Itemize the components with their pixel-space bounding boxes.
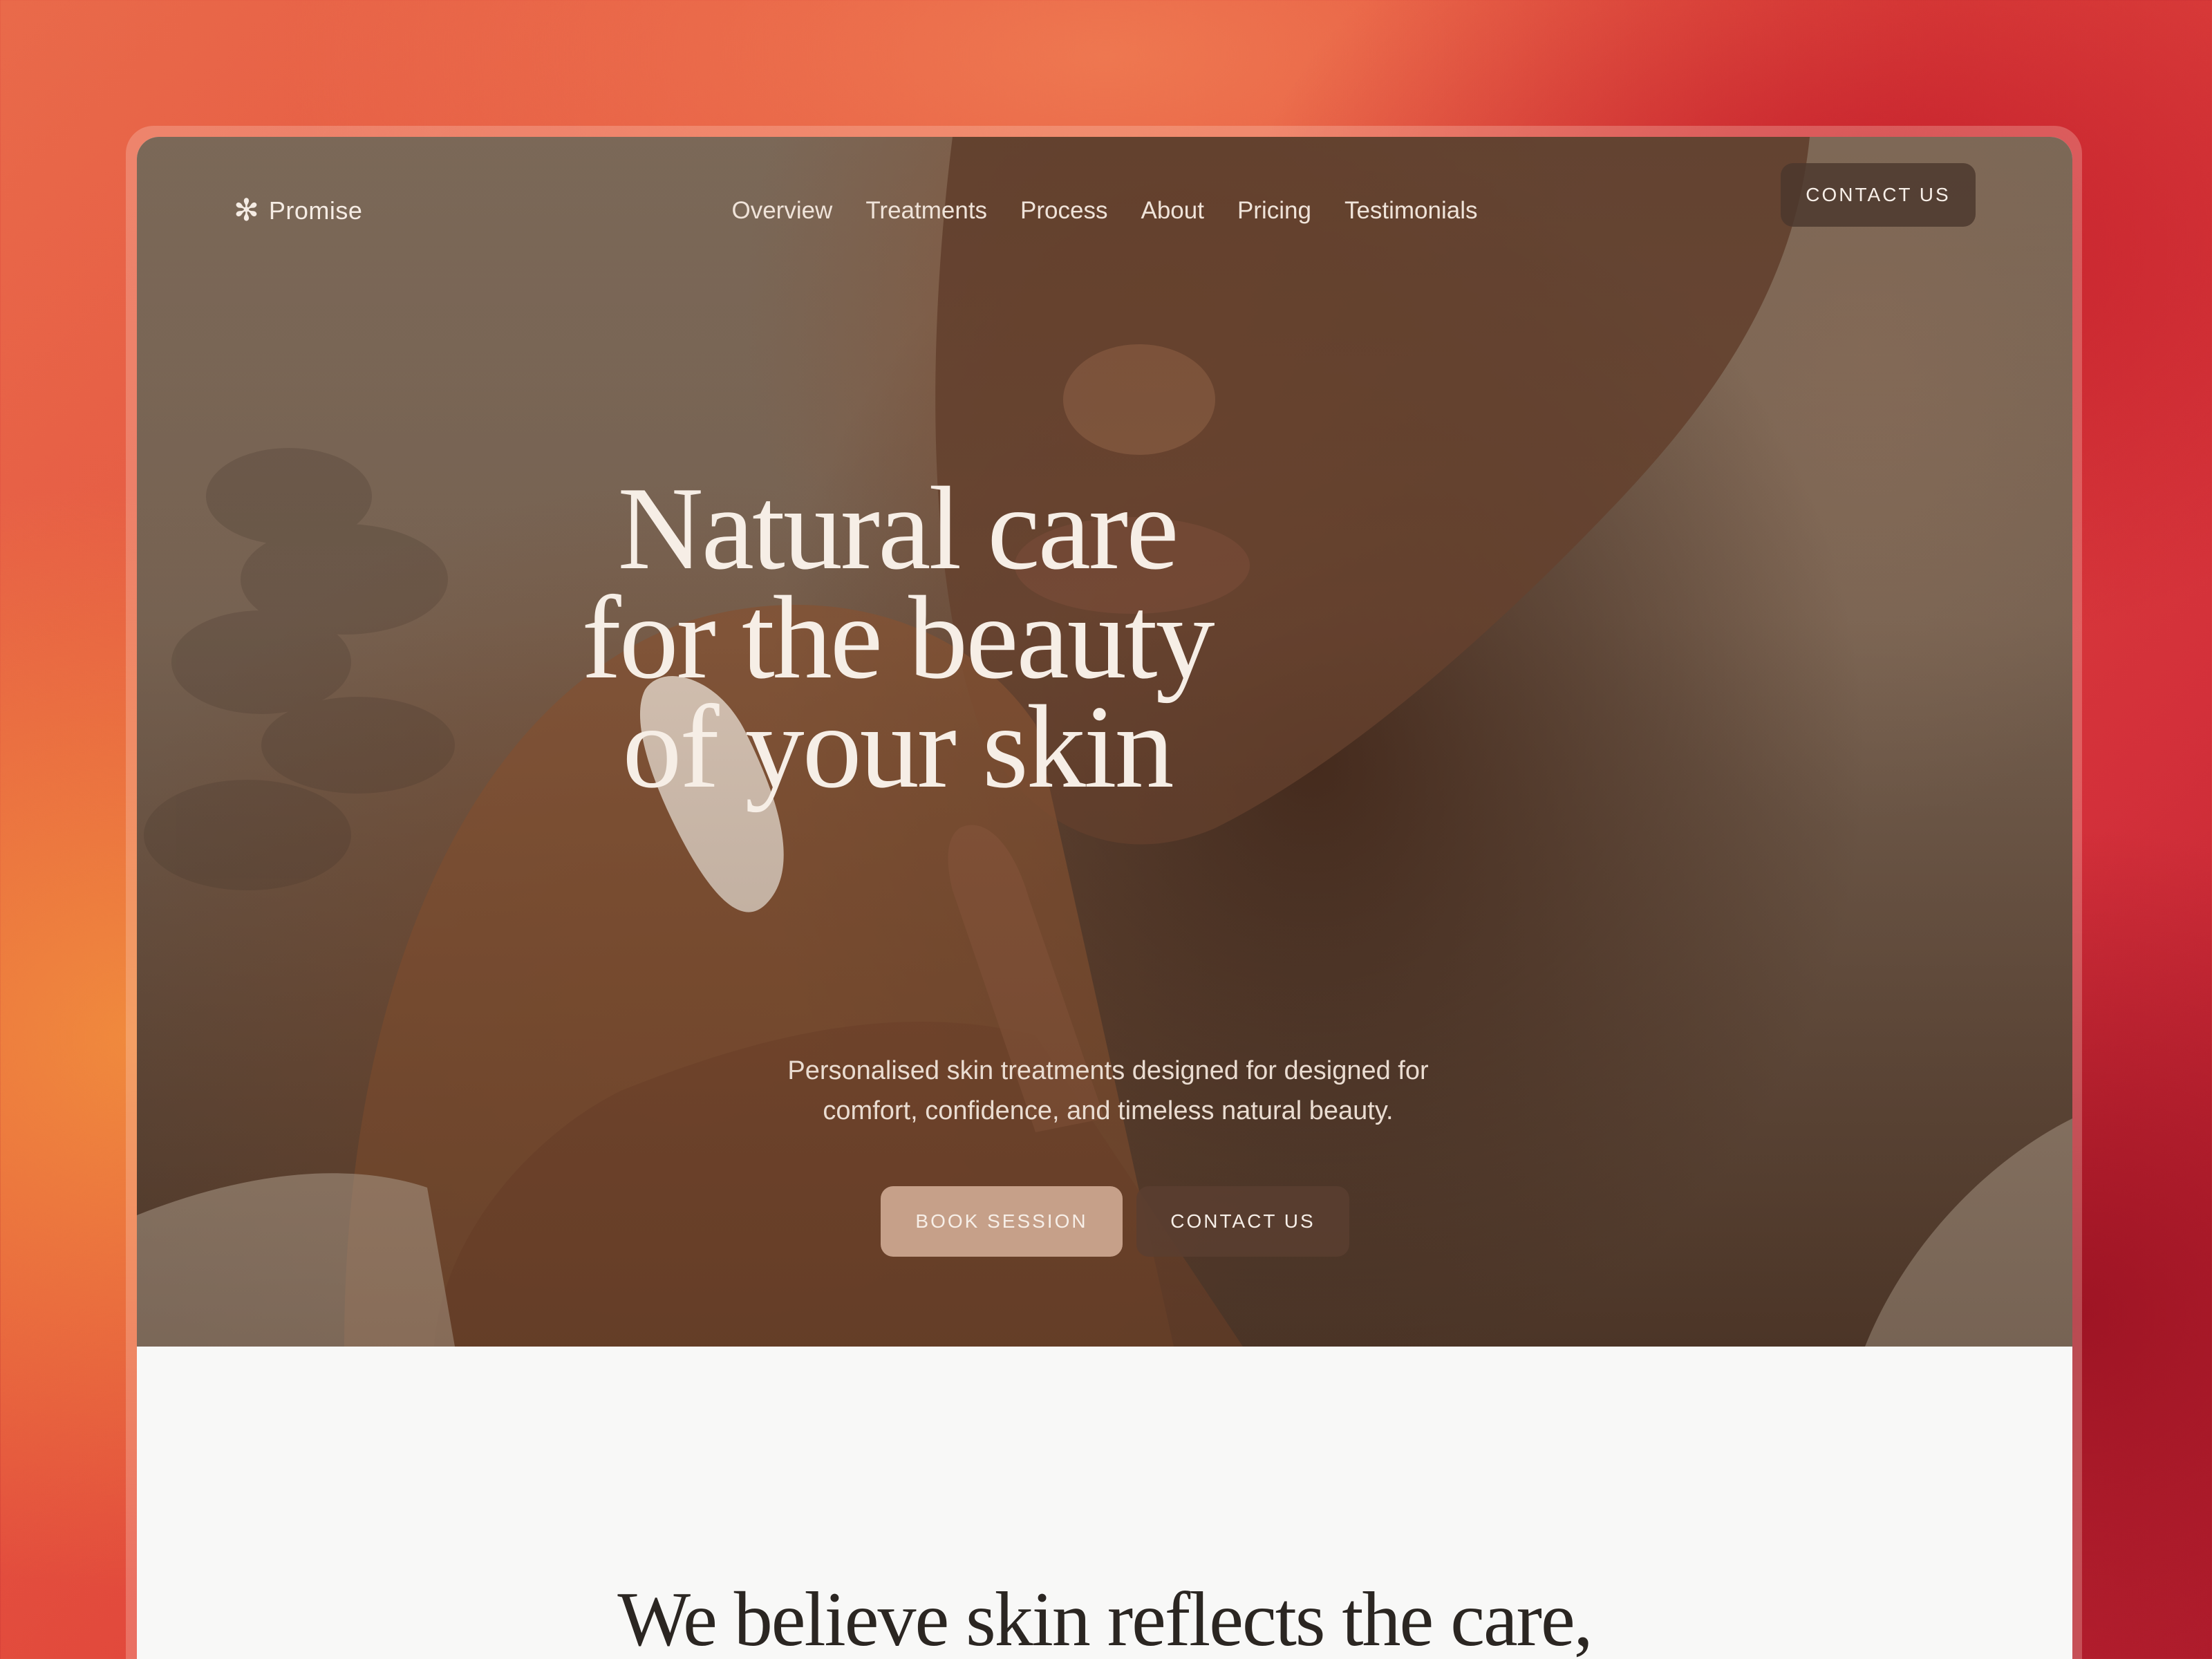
top-navigation: ✻ Promise Overview Treatments Process Ab… xyxy=(137,137,2072,254)
headline-line-3: of your skin xyxy=(622,682,1174,813)
headline-line-2: for the beauty xyxy=(581,572,1215,704)
website-card: ✻ Promise Overview Treatments Process Ab… xyxy=(137,137,2072,1659)
subtext-line-2: comfort, confidence, and timeless natura… xyxy=(823,1096,1394,1125)
hero-actions: BOOK SESSION CONTACT US xyxy=(137,1186,2072,1257)
headline-line-1: Natural care xyxy=(617,463,1179,594)
nav-link-pricing[interactable]: Pricing xyxy=(1237,195,1311,227)
nav-link-treatments[interactable]: Treatments xyxy=(865,195,987,227)
hero-contact-button[interactable]: CONTACT US xyxy=(1136,1186,1349,1257)
nav-link-about[interactable]: About xyxy=(1141,195,1203,227)
hero-section: ✻ Promise Overview Treatments Process Ab… xyxy=(137,137,2072,1347)
section-title: We believe skin reflects the care, xyxy=(617,1577,1593,1659)
book-session-button[interactable]: BOOK SESSION xyxy=(881,1186,1123,1257)
nav-contact-button[interactable]: CONTACT US xyxy=(1781,163,1976,227)
nav-link-overview[interactable]: Overview xyxy=(731,195,832,227)
subtext-line-1: Personalised skin treatments designed fo… xyxy=(787,1056,1429,1085)
hero-headline: Natural care for the beauty of your skin xyxy=(552,463,1243,813)
hero-subtext: Personalised skin treatments designed fo… xyxy=(745,1051,1471,1131)
nav-link-testimonials[interactable]: Testimonials xyxy=(1344,195,1478,227)
nav-link-process[interactable]: Process xyxy=(1020,195,1107,227)
